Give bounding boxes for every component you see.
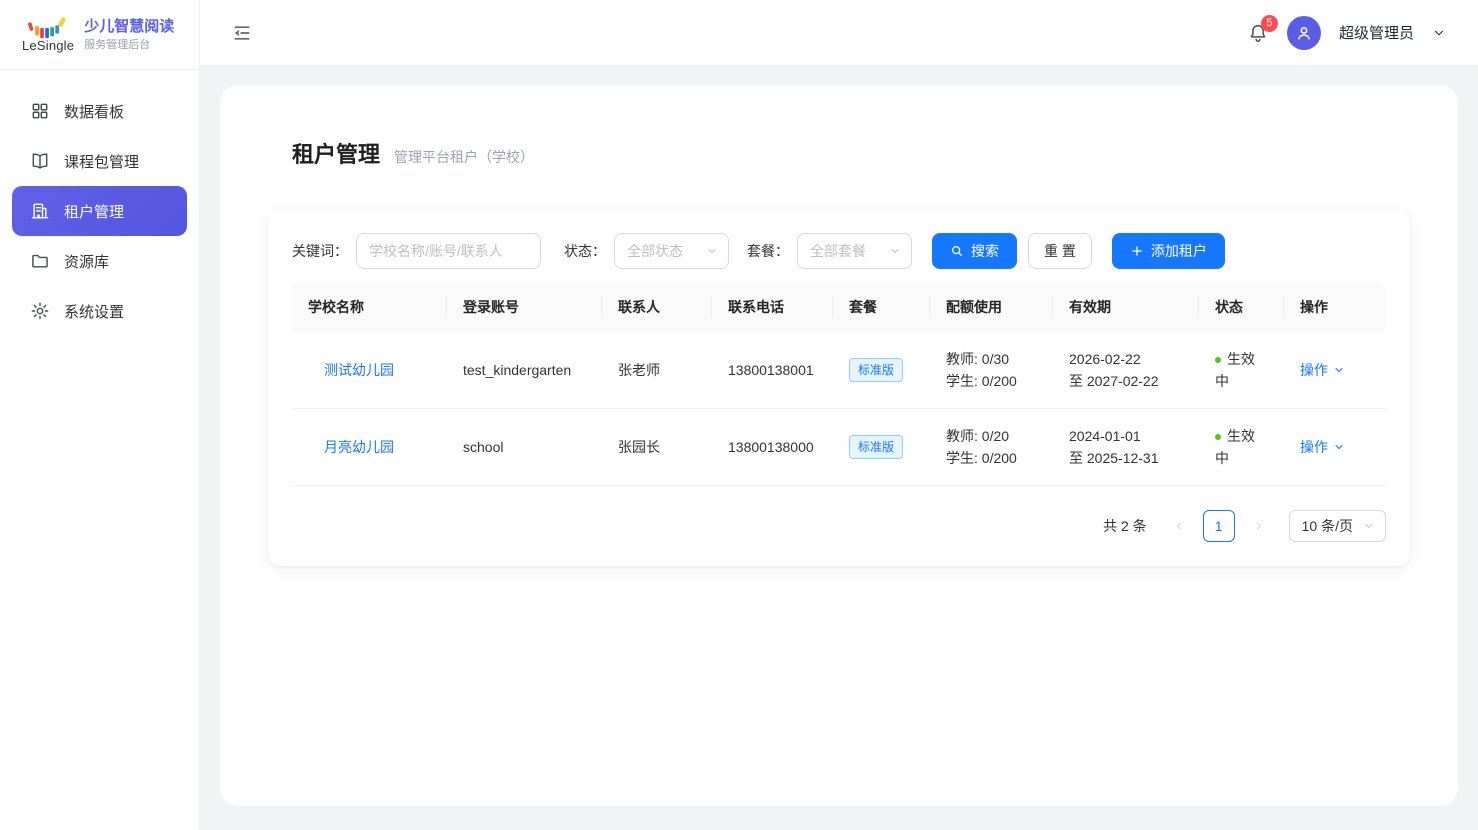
quota-cell: 教师: 0/30 学生: 0/200 (930, 332, 1053, 409)
page-title: 租户管理 (292, 137, 380, 169)
sidebar: LeSingle 少儿智慧阅读 服务管理后台 数据看板 (0, 0, 200, 830)
phone-cell: 13800138000 (712, 409, 833, 486)
account-cell: test_kindergarten (447, 332, 602, 409)
keyword-input[interactable] (356, 233, 541, 269)
pagination-page-1[interactable]: 1 (1203, 510, 1235, 542)
col-plan: 套餐 (833, 282, 930, 332)
brand-subtitle: 服务管理后台 (84, 38, 174, 53)
tenant-panel: 关键词： 状态： 全部状态 套餐： 全部套餐 (268, 209, 1410, 566)
col-account: 登录账号 (447, 282, 602, 332)
sidebar-item-label: 系统设置 (64, 301, 124, 322)
settings-icon (30, 301, 50, 321)
col-school-name: 学校名称 (292, 282, 447, 332)
plus-icon (1130, 244, 1144, 258)
topbar: 5 超级管理员 (200, 0, 1478, 66)
sidebar-item-course-packages[interactable]: 课程包管理 (12, 136, 187, 186)
search-button[interactable]: 搜索 (932, 233, 1017, 269)
col-actions: 操作 (1284, 282, 1386, 332)
notification-bell-icon[interactable]: 5 (1247, 22, 1269, 44)
plan-select[interactable]: 全部套餐 (797, 233, 912, 269)
plan-label: 套餐： (747, 241, 789, 261)
sidebar-item-resources[interactable]: 资源库 (12, 236, 187, 286)
main-content: 租户管理 管理平台租户（学校） 关键词： 状态： 全部状态 套餐： 全部套餐 (200, 0, 1478, 830)
status-dot (1215, 357, 1221, 363)
chevron-down-icon (1333, 364, 1345, 376)
pagination-prev-button[interactable] (1165, 510, 1193, 542)
sidebar-menu: 数据看板 课程包管理 租户管理 (0, 70, 199, 352)
page-subtitle: 管理平台租户（学校） (394, 147, 534, 167)
sidebar-item-label: 资源库 (64, 251, 109, 272)
brand-logo-text: LeSingle (22, 38, 74, 53)
avatar[interactable] (1287, 16, 1321, 50)
contact-cell: 张园长 (602, 409, 712, 486)
chevron-down-icon (706, 245, 718, 257)
pagination: 共 2 条 1 10 条/页 (292, 510, 1386, 542)
table-header-row: 学校名称 登录账号 联系人 联系电话 套餐 配额使用 有效期 状态 操作 (292, 282, 1386, 332)
validity-cell: 2026-02-22 至 2027-02-22 (1053, 332, 1199, 409)
plan-tag: 标准版 (849, 435, 903, 459)
sidebar-item-settings[interactable]: 系统设置 (12, 286, 187, 336)
col-quota: 配额使用 (930, 282, 1053, 332)
dashboard-icon (30, 101, 50, 121)
pagination-next-button[interactable] (1245, 510, 1273, 542)
folder-icon (30, 251, 50, 271)
col-phone: 联系电话 (712, 282, 833, 332)
status-badge: 生效中 (1215, 351, 1255, 389)
page-size-select[interactable]: 10 条/页 (1289, 510, 1386, 542)
search-icon (950, 244, 964, 258)
phone-cell: 13800138001 (712, 332, 833, 409)
quota-cell: 教师: 0/20 学生: 0/200 (930, 409, 1053, 486)
sidebar-item-label: 数据看板 (64, 101, 124, 122)
account-cell: school (447, 409, 602, 486)
contact-cell: 张老师 (602, 332, 712, 409)
sidebar-item-tenants[interactable]: 租户管理 (12, 186, 187, 236)
plan-tag: 标准版 (849, 358, 903, 382)
keyword-label: 关键词： (292, 241, 348, 261)
status-dot (1215, 434, 1221, 440)
brand-title: 少儿智慧阅读 (84, 17, 174, 36)
status-cell: 生效中 (1199, 409, 1284, 486)
status-label: 状态： (564, 241, 606, 261)
chevron-down-icon (1363, 520, 1375, 532)
lesingle-logo-icon (26, 16, 70, 40)
sidebar-item-dashboard[interactable]: 数据看板 (12, 86, 187, 136)
sidebar-item-label: 课程包管理 (64, 151, 139, 172)
tenant-table: 学校名称 登录账号 联系人 联系电话 套餐 配额使用 有效期 状态 操作 测试幼… (292, 282, 1386, 486)
filter-bar: 关键词： 状态： 全部状态 套餐： 全部套餐 (292, 233, 1386, 269)
row-actions-dropdown[interactable]: 操作 (1300, 359, 1345, 381)
page-card: 租户管理 管理平台租户（学校） 关键词： 状态： 全部状态 套餐： 全部套餐 (220, 85, 1458, 806)
brand: LeSingle 少儿智慧阅读 服务管理后台 (0, 0, 199, 70)
brand-logo: LeSingle (22, 16, 74, 53)
col-contact: 联系人 (602, 282, 712, 332)
status-cell: 生效中 (1199, 332, 1284, 409)
validity-cell: 2024-01-01 至 2025-12-31 (1053, 409, 1199, 486)
status-select[interactable]: 全部状态 (614, 233, 729, 269)
menu-fold-icon[interactable] (232, 23, 252, 43)
table-row: 测试幼儿园 test_kindergarten 张老师 13800138001 … (292, 332, 1386, 409)
reset-button[interactable]: 重 置 (1028, 233, 1092, 269)
school-name-link[interactable]: 测试幼儿园 (308, 362, 394, 378)
pagination-total: 共 2 条 (1103, 516, 1147, 536)
add-tenant-button[interactable]: 添加租户 (1112, 233, 1225, 269)
sidebar-item-label: 租户管理 (64, 201, 124, 222)
building-icon (30, 201, 50, 221)
school-name-link[interactable]: 月亮幼儿园 (308, 439, 394, 455)
user-name: 超级管理员 (1339, 22, 1414, 43)
table-row: 月亮幼儿园 school 张园长 13800138000 标准版 教师: 0/2… (292, 409, 1386, 486)
row-actions-dropdown[interactable]: 操作 (1300, 436, 1345, 458)
col-validity: 有效期 (1053, 282, 1199, 332)
chevron-down-icon (1333, 441, 1345, 453)
status-badge: 生效中 (1215, 428, 1255, 466)
col-status: 状态 (1199, 282, 1284, 332)
notification-badge: 5 (1261, 15, 1278, 32)
book-icon (30, 151, 50, 171)
chevron-down-icon (889, 245, 901, 257)
chevron-down-icon[interactable] (1432, 26, 1446, 40)
